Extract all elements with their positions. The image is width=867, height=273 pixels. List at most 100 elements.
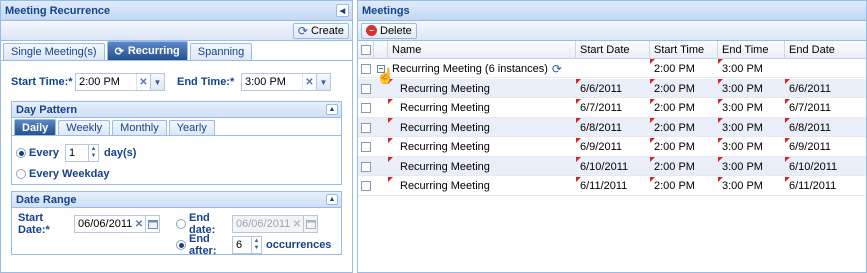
collapse-up-icon[interactable]: ▲ — [326, 104, 338, 115]
end-time-value[interactable]: 3:00 PM — [242, 76, 302, 88]
name-cell: Recurring Meeting — [388, 79, 576, 98]
table-row[interactable]: Recurring Meeting 6/6/2011 2:00 PM 3:00 PM 6… — [358, 79, 866, 98]
end-after-radio[interactable] — [176, 240, 186, 250]
end-time-cell: 3:00 PM — [718, 137, 785, 157]
grid-header: Name Start Date Start Time End Time End … — [358, 41, 866, 59]
name-cell: Recurring Meeting — [388, 137, 576, 157]
table-row[interactable]: Recurring Meeting 6/11/2011 2:00 PM 3:00 PM… — [358, 176, 866, 196]
table-row[interactable]: Recurring Meeting 6/9/2011 2:00 PM 3:00 PM 6… — [358, 137, 866, 157]
row-checkbox[interactable] — [361, 122, 371, 133]
end-date-field[interactable]: 06/06/2011 ✕ — [232, 215, 318, 233]
start-date-cell: 6/10/2011 — [576, 157, 650, 176]
every-weekday-radio[interactable] — [16, 169, 26, 179]
tab-daily[interactable]: Daily — [14, 119, 57, 135]
col-header-name[interactable]: Name — [388, 41, 576, 59]
date-range-header: Date Range ▲ — [12, 192, 341, 208]
end-after-value[interactable]: 6 — [233, 239, 251, 251]
col-header-start-date[interactable]: Start Date — [576, 41, 650, 59]
collapse-left-icon[interactable]: ◀ — [336, 4, 349, 17]
tab-single-meetings[interactable]: Single Meeting(s) — [3, 43, 105, 60]
spin-arrows-icon[interactable]: ▲ ▼ — [251, 237, 261, 253]
row-checkbox[interactable] — [361, 161, 371, 172]
end-date-value[interactable]: 06/06/2011 — [233, 218, 291, 230]
start-time-label: Start Time:* — [11, 76, 73, 88]
tab-weekly[interactable]: Weekly — [58, 120, 111, 135]
start-time-combo[interactable]: 2:00 PM ✕ ▼ — [75, 73, 165, 91]
name-cell: Recurring Meeting — [388, 118, 576, 137]
col-header-end-time[interactable]: End Time — [718, 41, 785, 59]
every-label: Every — [29, 147, 59, 159]
minus-circle-icon: − — [366, 25, 377, 36]
collapse-up-icon[interactable]: ▲ — [326, 194, 338, 205]
clear-icon[interactable]: ✕ — [302, 74, 316, 90]
end-after-label: End after: — [189, 233, 217, 257]
row-checkbox[interactable] — [361, 83, 371, 94]
row-checkbox[interactable] — [361, 142, 371, 152]
row-checkbox[interactable] — [361, 181, 371, 191]
clear-icon[interactable]: ✕ — [291, 219, 303, 230]
cell — [358, 99, 374, 118]
col-header-end-date[interactable]: End Date — [785, 41, 866, 59]
row-checkbox[interactable] — [361, 63, 371, 74]
end-after-row: End after: 6 ▲ ▼ occurrences — [176, 233, 331, 257]
start-time-value[interactable]: 2:00 PM — [76, 76, 136, 88]
tab-yearly[interactable]: Yearly — [168, 120, 215, 135]
panel-title: Meetings — [362, 4, 410, 17]
day-pattern-fieldset: Day Pattern ▲ Daily Weekly Monthly Yearl… — [11, 101, 342, 185]
start-date-cell: 6/9/2011 — [576, 137, 650, 157]
panel-header: Meetings — [358, 1, 866, 21]
every-value[interactable]: 1 — [66, 147, 88, 159]
start-date-value[interactable]: 06/06/2011 — [75, 218, 133, 230]
spin-arrows-icon[interactable]: ▲ ▼ — [87, 145, 98, 161]
end-date-cell: 6/8/2011 — [785, 118, 866, 137]
table-row-parent[interactable]: − Recurring Meeting (6 instances) ⟳ 2:00… — [358, 59, 866, 78]
every-weekday-label: Every Weekday — [29, 168, 110, 180]
chevron-down-icon[interactable]: ▼ — [316, 74, 330, 90]
tab-spanning[interactable]: Spanning — [189, 43, 253, 60]
header-select-all[interactable] — [358, 41, 374, 59]
start-date-cell: 6/6/2011 — [576, 79, 650, 98]
end-time-row: End Time:* 3:00 PM ✕ ▼ — [177, 73, 331, 91]
meetings-panel: Meetings − Delete Name Start Date Start … — [357, 0, 867, 273]
delete-button[interactable]: − Delete — [361, 22, 417, 39]
calendar-icon[interactable] — [145, 216, 159, 232]
end-time-combo[interactable]: 3:00 PM ✕ ▼ — [241, 73, 331, 91]
date-range-fieldset: Date Range ▲ Start Date:* 06/06/2011 ✕ E… — [11, 191, 342, 257]
tab-recurring[interactable]: ⟳ Recurring — [106, 41, 188, 60]
end-time-cell: 3:00 PM — [718, 176, 785, 196]
clear-icon[interactable]: ✕ — [133, 219, 145, 230]
end-time-label: End Time:* — [177, 76, 235, 88]
right-toolbar: − Delete — [358, 21, 866, 41]
every-radio[interactable] — [16, 148, 26, 158]
table-row[interactable]: Recurring Meeting 6/8/2011 2:00 PM 3:00 PM 6… — [358, 118, 866, 137]
name-cell: Recurring Meeting — [388, 98, 576, 118]
start-date-cell: 6/7/2011 — [576, 98, 650, 118]
start-time-cell: 2:00 PM — [650, 137, 718, 157]
parent-name-cell: Recurring Meeting (6 instances) ⟳ — [392, 61, 562, 76]
end-date-cell: 6/11/2011 — [785, 176, 866, 196]
recurring-icon: ⟳ — [114, 45, 124, 58]
end-date-cell: 6/7/2011 — [785, 98, 866, 118]
cell — [358, 138, 374, 157]
day-pattern-header: Day Pattern ▲ — [12, 102, 341, 118]
days-label: day(s) — [103, 147, 137, 159]
start-date-field[interactable]: 06/06/2011 ✕ — [74, 215, 160, 233]
table-row[interactable]: Recurring Meeting 6/10/2011 2:00 PM 3:00 PM… — [358, 157, 866, 176]
select-all-checkbox[interactable] — [361, 45, 371, 55]
row-checkbox[interactable] — [361, 103, 371, 113]
meeting-recurrence-panel: Meeting Recurrence ◀ ⟳ Create Single Mee… — [0, 0, 353, 273]
calendar-icon[interactable] — [303, 216, 317, 232]
col-header-start-time[interactable]: Start Time — [650, 41, 718, 59]
clear-icon[interactable]: ✕ — [136, 74, 150, 90]
chevron-down-icon[interactable]: ▼ — [150, 74, 164, 90]
end-after-spinner[interactable]: 6 ▲ ▼ — [232, 236, 262, 254]
create-button[interactable]: ⟳ Create — [292, 22, 349, 39]
table-row[interactable]: Recurring Meeting 6/7/2011 2:00 PM 3:00 PM 6… — [358, 98, 866, 118]
cell — [374, 177, 388, 196]
tab-monthly[interactable]: Monthly — [112, 120, 167, 135]
end-date-cell: 6/10/2011 — [785, 157, 866, 176]
cell — [374, 157, 388, 176]
start-time-cell: 2:00 PM — [650, 79, 718, 98]
end-date-radio[interactable] — [176, 219, 186, 229]
every-spinner[interactable]: 1 ▲ ▼ — [64, 144, 99, 162]
